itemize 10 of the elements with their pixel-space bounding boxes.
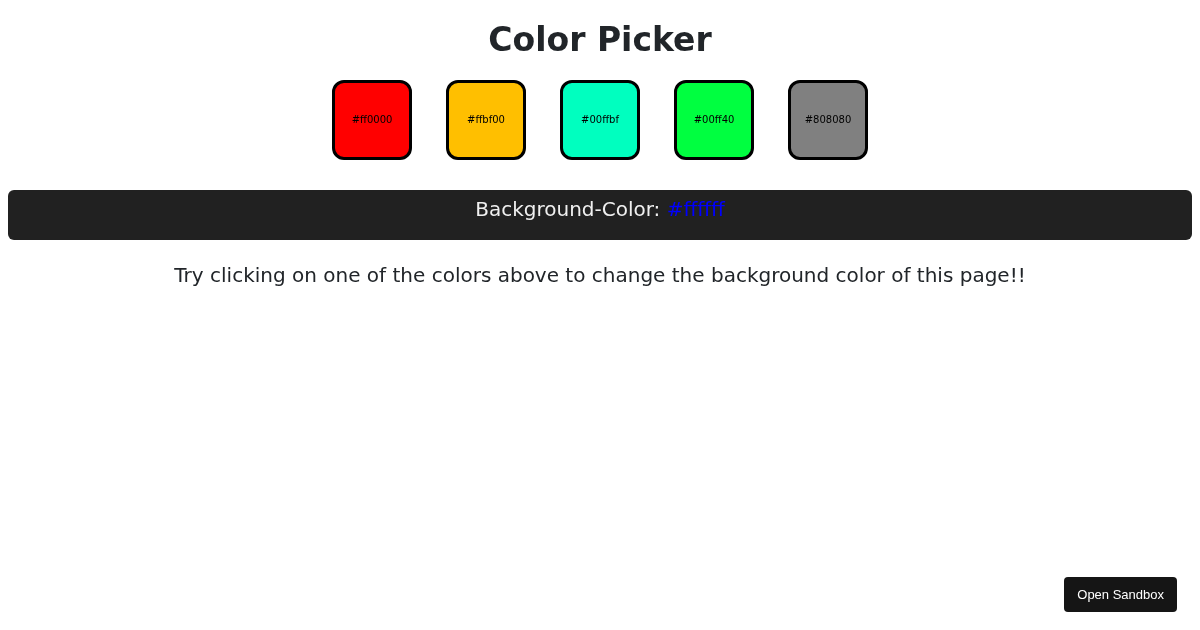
instruction-text: Try clicking on one of the colors above to change the background color of this page!!	[173, 261, 1027, 289]
page-title: Color Picker	[487, 20, 713, 60]
color-swatch[interactable]: #ff0000	[332, 79, 412, 160]
background-color-label: Background-Color:	[475, 196, 661, 221]
color-swatch[interactable]: #00ff40	[674, 79, 754, 160]
background-color-value: #ffffff	[666, 196, 725, 221]
color-swatch[interactable]: #ffbf00	[446, 79, 526, 160]
open-sandbox-button[interactable]: Open Sandbox	[1064, 576, 1177, 612]
color-swatch[interactable]: #808080	[788, 79, 868, 160]
color-swatch[interactable]: #00ffbf	[560, 79, 640, 160]
